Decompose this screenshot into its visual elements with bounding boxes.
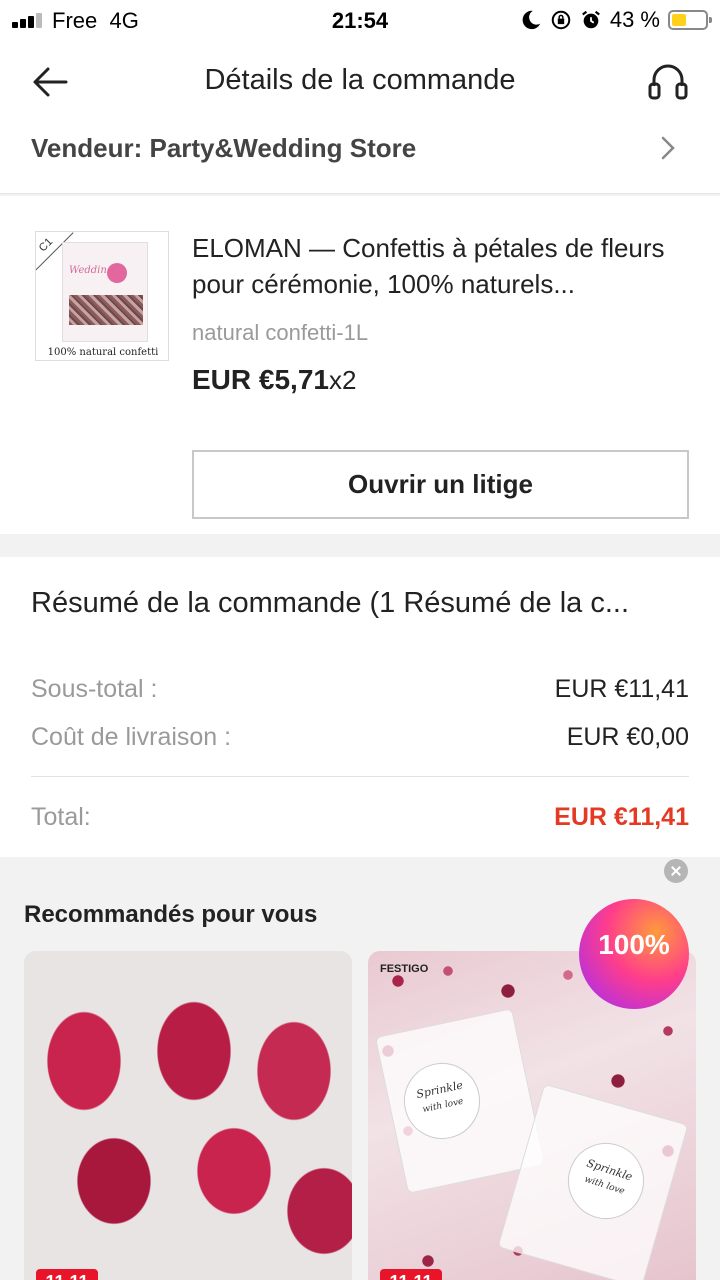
shipping-value: EUR €0,00 [566, 723, 689, 751]
status-icons: 43 % [520, 7, 712, 33]
rotation-lock-icon [551, 10, 571, 30]
petals-illustration [69, 295, 143, 325]
recommendations-title: Recommandés pour vous [24, 901, 318, 928]
thumbnail-caption: 100% natural confetti [47, 347, 159, 358]
summary-title: Résumé de la commande (1 Résumé de la c.… [31, 587, 629, 619]
product-thumbnail[interactable]: C1 Wedding 100% natural confetti [35, 231, 169, 361]
image-brand: FESTIGO [380, 963, 429, 975]
recommendations-section: Recommandés pour vous 100% 11.11 FESTIGO… [0, 857, 720, 1280]
seller-row[interactable]: Vendeur: Party&Wedding Store [0, 122, 720, 194]
thumbnail-bag-illustration: Wedding [62, 242, 148, 342]
chevron-right-icon [661, 136, 675, 160]
flower-icon [107, 263, 127, 283]
order-summary: Résumé de la commande (1 Résumé de la c.… [0, 557, 720, 857]
recommended-product-card[interactable]: 11.11 [24, 951, 352, 1280]
product-image-rose-petal-bags [24, 951, 352, 1280]
product-quantity: x2 [328, 365, 357, 395]
shipping-label: Coût de livraison : [31, 723, 232, 751]
battery-percent: 43 % [609, 7, 660, 32]
open-dispute-button[interactable]: Ouvrir un litige [192, 450, 689, 519]
summary-divider [31, 776, 689, 777]
total-value: EUR €11,41 [554, 803, 689, 831]
app-header: Détails de la commande [0, 40, 720, 122]
battery-level-fill [672, 14, 686, 26]
product-title[interactable]: ELOMAN — Confettis à pétales de fleurs p… [192, 230, 692, 302]
close-icon[interactable] [664, 859, 688, 883]
battery-icon [668, 10, 712, 30]
promo-badge[interactable]: 100% [579, 899, 689, 1009]
seller-name: Vendeur: Party&Wedding Store [31, 133, 417, 163]
product-variant: natural confetti-1L [192, 320, 369, 345]
status-bar: Free 4G 21:54 43 % [0, 0, 720, 40]
total-label: Total: [31, 803, 91, 831]
moon-icon [522, 10, 541, 30]
subtotal-value: EUR €11,41 [554, 675, 689, 703]
product-price-line: EUR €5,71x2 [192, 364, 356, 396]
product-price: EUR €5,71 [192, 364, 329, 395]
sale-tag: 11.11 [36, 1269, 98, 1280]
headset-icon[interactable] [646, 62, 690, 102]
alarm-icon [581, 10, 600, 29]
page-title: Détails de la commande [204, 64, 516, 96]
subtotal-label: Sous-total : [31, 675, 158, 703]
sale-tag: 11.11 [380, 1269, 442, 1280]
product-card: C1 Wedding 100% natural confetti ELOMAN … [0, 196, 720, 534]
